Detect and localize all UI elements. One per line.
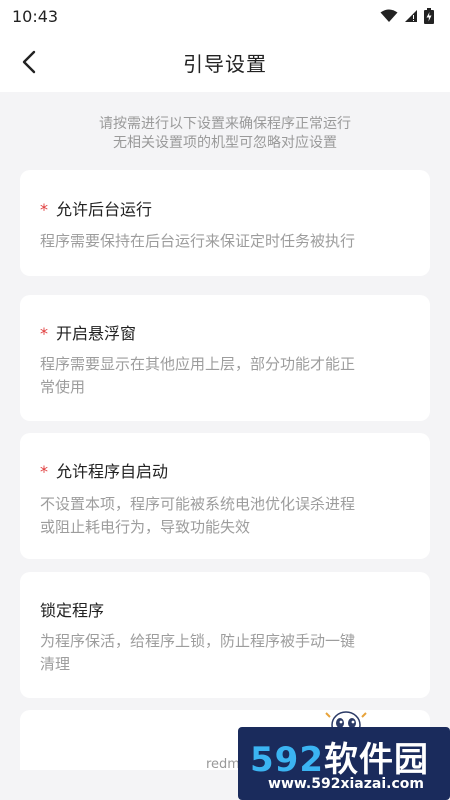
back-button[interactable] [12,44,48,80]
watermark-title: 592软件园 [250,732,429,781]
setting-title: 锁定程序 [40,597,104,621]
page-title: 引导设置 [183,51,267,76]
setting-description-line-1: 程序需要保持在后台运行来保证定时任务被执行 [40,232,356,250]
setting-description: 程序需要显示在其他应用上层，部分功能才能正 常使用 [40,353,410,399]
setting-description: 不设置本项，程序可能被系统电池优化误杀进程 或阻止耗电行为，导致功能失效 [40,493,410,539]
setting-description-line-2: 常使用 [40,378,86,396]
required-mark: * [40,200,48,219]
watermark-cn-text: 软件园 [323,740,429,780]
required-mark: * [40,462,48,481]
setting-card-lock-app[interactable]: 锁定程序 为程序保活，给程序上锁，防止程序被手动一键 清理 [20,572,430,698]
setting-description-line-2: 清理 [40,655,71,673]
setting-description-line-1: 程序需要显示在其他应用上层，部分功能才能正 [40,355,356,373]
watermark-number: 592 [250,740,324,780]
intro-line-1: 请按需进行以下设置来确保程序正常运行 [99,116,351,132]
top-app-bar: 引导设置 [0,32,450,92]
setting-description: 程序需要保持在后台运行来保证定时任务被执行 [40,230,410,253]
watermark-logo: 592软件园 www.592xiazai.com [238,705,450,800]
setting-description-line-1: 不设置本项，程序可能被系统电池优化误杀进程 [40,495,356,513]
status-bar: 10:43 [0,0,450,32]
setting-card-auto-start[interactable]: * 允许程序自启动 不设置本项，程序可能被系统电池优化误杀进程 或阻止耗电行为，导… [20,433,430,559]
signal-icon [405,10,417,22]
setting-title-text: 允许程序自启动 [56,462,169,481]
intro-line-2: 无相关设置项的机型可忽略对应设置 [113,135,337,151]
status-icons [380,8,434,24]
setting-description: 为程序保活，给程序上锁，防止程序被手动一键 清理 [40,630,410,676]
required-mark: * [40,324,48,343]
battery-icon [424,8,434,24]
status-time: 10:43 [12,6,59,26]
setting-card-background-run[interactable]: * 允许后台运行 程序需要保持在后台运行来保证定时任务被执行 [20,170,430,276]
intro-text: 请按需进行以下设置来确保程序正常运行 无相关设置项的机型可忽略对应设置 [0,115,450,153]
setting-title: * 允许后台运行 [40,196,152,220]
watermark-url: www.592xiazai.com [268,776,424,792]
setting-card-floating-window[interactable]: * 开启悬浮窗 程序需要显示在其他应用上层，部分功能才能正 常使用 [20,295,430,421]
setting-description-line-1: 为程序保活，给程序上锁，防止程序被手动一键 [40,632,356,650]
setting-title-text: 允许后台运行 [56,200,153,219]
setting-description-line-2: 或阻止耗电行为，导致功能失效 [40,518,251,536]
setting-title-text: 锁定程序 [40,601,105,620]
setting-title: * 开启悬浮窗 [40,320,136,344]
wifi-icon [380,9,398,22]
setting-title-text: 开启悬浮窗 [56,324,137,343]
setting-title: * 允许程序自启动 [40,458,168,482]
back-arrow-icon [22,50,36,74]
